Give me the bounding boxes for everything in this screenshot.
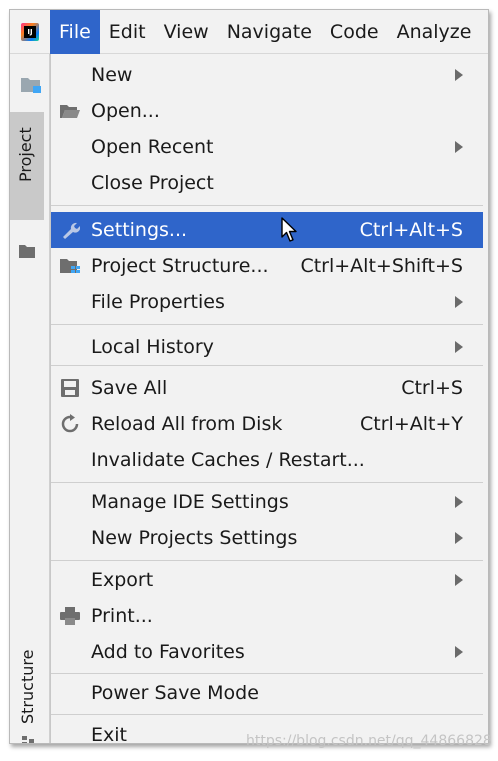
menu-file[interactable]: File	[50, 10, 100, 54]
wrench-icon	[59, 220, 81, 240]
menu-item-project-structure[interactable]: Project Structure... Ctrl+Alt+Shift+S	[51, 248, 483, 284]
save-icon	[59, 378, 81, 398]
submenu-arrow-icon	[455, 69, 463, 81]
menu-separator	[51, 714, 483, 715]
menu-code-label: Code	[329, 20, 379, 43]
watermark-text: https://blog.csdn.net/qq_44866828	[246, 733, 492, 749]
project-folder-toolbar-icon[interactable]	[20, 76, 42, 94]
menu-item-add-to-favorites[interactable]: Add to Favorites	[51, 634, 483, 670]
menu-item-invalidate-caches-label: Invalidate Caches / Restart...	[91, 449, 365, 471]
menu-navigate-label: Navigate	[226, 20, 312, 43]
file-menu-dropdown: New Open... Open Recent Close Project Se…	[50, 54, 488, 744]
menu-item-print[interactable]: Print...	[51, 598, 483, 634]
menu-separator	[51, 673, 483, 674]
structure-icon	[22, 736, 34, 743]
menu-item-open[interactable]: Open...	[51, 93, 483, 129]
menu-item-new[interactable]: New	[51, 57, 483, 93]
submenu-arrow-icon	[455, 341, 463, 353]
menu-edit[interactable]: Edit	[100, 10, 155, 54]
menu-item-reload-all-label: Reload All from Disk	[91, 413, 283, 435]
project-tab-label: Project	[16, 127, 35, 182]
menu-item-settings[interactable]: Settings... Ctrl+Alt+S	[51, 212, 483, 248]
menu-separator	[51, 205, 483, 206]
menu-item-save-all-shortcut: Ctrl+S	[401, 377, 463, 399]
menu-separator	[51, 482, 483, 483]
menu-item-settings-label: Settings...	[91, 219, 188, 241]
folder-icon	[19, 245, 35, 258]
submenu-arrow-icon	[455, 296, 463, 308]
menu-item-print-label: Print...	[91, 605, 153, 627]
menu-item-new-projects-settings[interactable]: New Projects Settings	[51, 520, 483, 556]
menu-item-export-label: Export	[91, 569, 154, 591]
menu-item-manage-ide-settings[interactable]: Manage IDE Settings	[51, 484, 483, 520]
menu-analyze[interactable]: Analyze	[388, 10, 481, 54]
menu-item-file-properties[interactable]: File Properties	[51, 284, 483, 320]
intellij-logo-icon: IJ	[10, 10, 50, 54]
ide-window: IJ File Edit View Navigate Code Analyze …	[9, 9, 489, 744]
project-structure-icon	[59, 256, 81, 276]
menu-item-save-all-label: Save All	[91, 377, 168, 399]
menu-separator	[51, 324, 483, 325]
tool-window-strip: Project Structure	[10, 54, 50, 743]
menu-item-reload-all[interactable]: Reload All from Disk Ctrl+Alt+Y	[51, 406, 483, 442]
menu-item-add-to-favorites-label: Add to Favorites	[91, 641, 245, 663]
submenu-arrow-icon	[455, 496, 463, 508]
submenu-arrow-icon	[455, 141, 463, 153]
menu-navigate[interactable]: Navigate	[218, 10, 321, 54]
structure-tab-label[interactable]: Structure	[18, 650, 37, 724]
menu-item-power-save-mode-label: Power Save Mode	[91, 682, 259, 704]
submenu-arrow-icon	[455, 574, 463, 586]
menu-item-local-history[interactable]: Local History	[51, 329, 483, 365]
menu-separator	[51, 365, 483, 366]
menu-item-new-label: New	[91, 64, 133, 86]
menu-item-open-recent[interactable]: Open Recent	[51, 129, 483, 165]
menu-item-manage-ide-settings-label: Manage IDE Settings	[91, 491, 289, 513]
menu-separator	[51, 560, 483, 561]
open-folder-icon	[59, 101, 81, 121]
mouse-cursor-icon	[281, 217, 297, 242]
menu-analyze-label: Analyze	[396, 20, 472, 43]
menu-bar: IJ File Edit View Navigate Code Analyze	[10, 10, 488, 54]
menu-item-export[interactable]: Export	[51, 562, 483, 598]
menu-item-project-structure-shortcut: Ctrl+Alt+Shift+S	[300, 255, 463, 277]
project-tool-tab[interactable]: Project	[10, 112, 44, 258]
menu-view[interactable]: View	[155, 10, 218, 54]
reload-icon	[59, 414, 81, 434]
menu-item-project-structure-label: Project Structure...	[91, 255, 269, 277]
submenu-arrow-icon	[455, 532, 463, 544]
menu-item-exit-label: Exit	[91, 724, 127, 744]
menu-item-open-label: Open...	[91, 100, 160, 122]
menu-item-open-recent-label: Open Recent	[91, 136, 214, 158]
menu-item-invalidate-caches[interactable]: Invalidate Caches / Restart...	[51, 442, 483, 478]
menu-item-settings-shortcut: Ctrl+Alt+S	[359, 219, 463, 241]
menu-edit-label: Edit	[108, 20, 146, 43]
menu-file-label: File	[59, 20, 91, 43]
menu-view-label: View	[163, 20, 209, 43]
menu-item-power-save-mode[interactable]: Power Save Mode	[51, 675, 483, 711]
menu-item-close-project[interactable]: Close Project	[51, 165, 483, 201]
submenu-arrow-icon	[455, 646, 463, 658]
menu-item-save-all[interactable]: Save All Ctrl+S	[51, 370, 483, 406]
menu-code[interactable]: Code	[321, 10, 388, 54]
menu-item-local-history-label: Local History	[91, 336, 214, 358]
menu-item-new-projects-settings-label: New Projects Settings	[91, 527, 298, 549]
printer-icon	[59, 606, 81, 626]
menu-item-reload-all-shortcut: Ctrl+Alt+Y	[360, 413, 463, 435]
menu-item-close-project-label: Close Project	[91, 172, 214, 194]
menu-item-file-properties-label: File Properties	[91, 291, 225, 313]
